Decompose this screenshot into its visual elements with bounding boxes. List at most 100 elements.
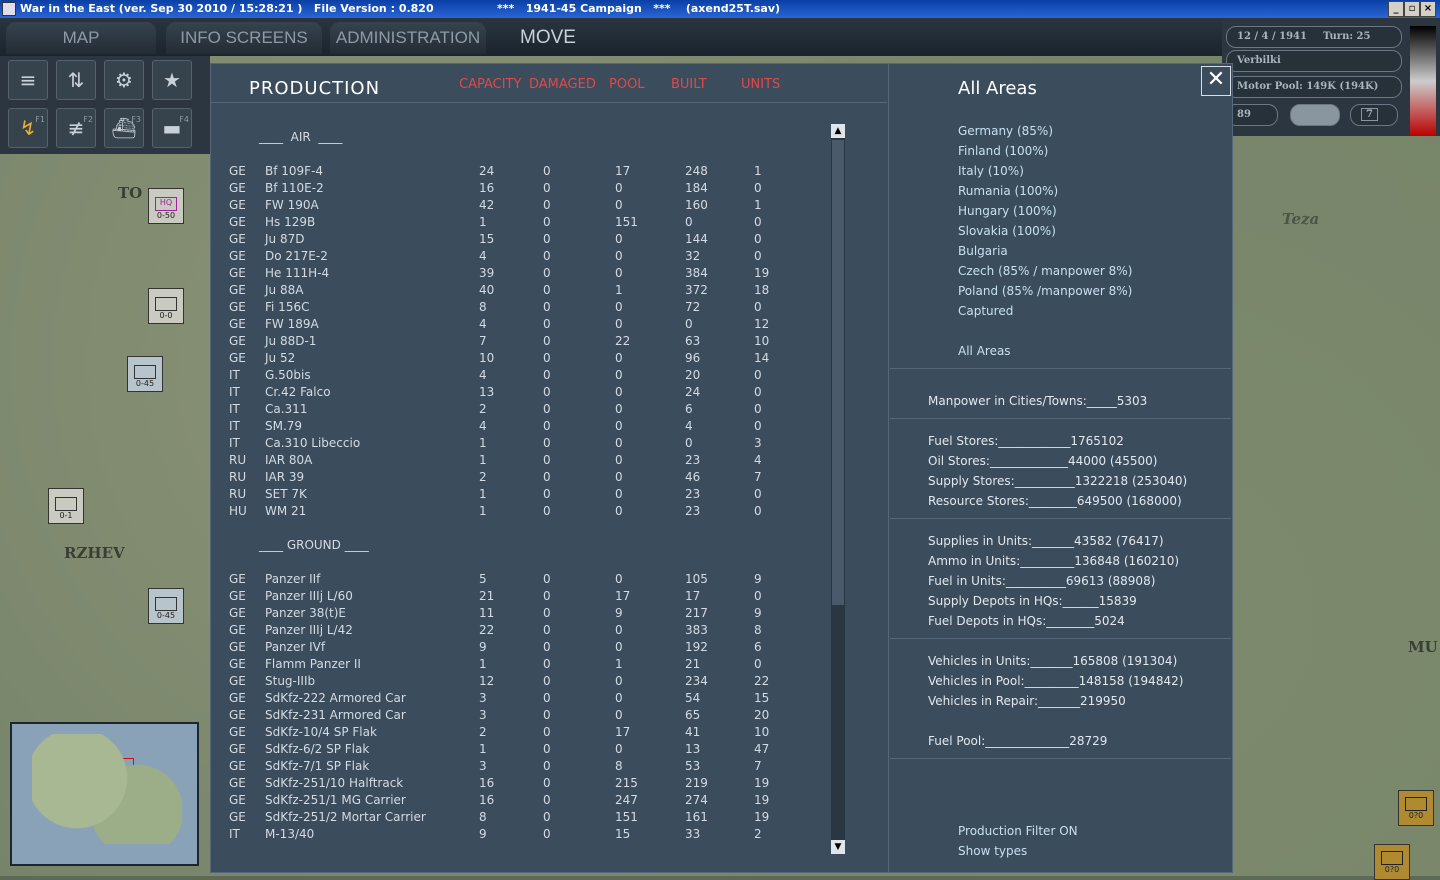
- minimap[interactable]: [10, 722, 199, 866]
- cell-capacity: 2: [479, 402, 487, 416]
- cell-units: 10: [754, 725, 770, 739]
- tab-move[interactable]: MOVE: [500, 22, 596, 54]
- cell-pool: 0: [615, 300, 623, 314]
- map-label-mu: MU: [1408, 638, 1438, 656]
- cell-capacity: 1: [479, 742, 487, 756]
- supply-stores-stat: Supply Stores:__________1322218 (253040): [928, 474, 1188, 488]
- cell-damaged: 0: [543, 589, 551, 603]
- cell-damaged: 0: [543, 827, 551, 841]
- unit-counter[interactable]: 0-1: [48, 488, 84, 524]
- transport-icon[interactable]: ▬ F4: [152, 108, 192, 148]
- cell-item-name: SdKfz-231 Armored Car: [265, 708, 406, 722]
- cell-built: 184: [685, 181, 708, 195]
- cell-item-name: Panzer 38(t)E: [265, 606, 347, 620]
- unit-counter[interactable]: 0-0: [148, 288, 184, 324]
- cell-damaged: 0: [543, 402, 551, 416]
- cell-item-name: SET 7K: [265, 487, 307, 501]
- cell-damaged: 0: [543, 232, 551, 246]
- cell-units: 6: [754, 640, 762, 654]
- cell-damaged: 0: [543, 266, 551, 280]
- cell-pool: 22: [615, 334, 631, 348]
- gear-icon[interactable]: ⚙: [104, 60, 144, 100]
- area-czech[interactable]: Czech (85% / manpower 8%): [958, 264, 1132, 278]
- cell-capacity: 13: [479, 385, 495, 399]
- cell-damaged: 0: [543, 640, 551, 654]
- area-italy[interactable]: Italy (10%): [958, 164, 1024, 178]
- unit-counter[interactable]: 0-45: [148, 588, 184, 624]
- cell-pool: 151: [615, 810, 638, 824]
- resource-stores-stat: Resource Stores:________649500 (168000): [928, 494, 1182, 508]
- scroll-thumb[interactable]: [832, 140, 844, 605]
- move-path-icon[interactable]: ↯ F1: [8, 108, 48, 148]
- production-filter-toggle[interactable]: Production Filter ON: [958, 824, 1078, 838]
- area-hungary[interactable]: Hungary (100%): [958, 204, 1057, 218]
- area-rumania[interactable]: Rumania (100%): [958, 184, 1058, 198]
- supply-depots-stat: Supply Depots in HQs:______15839: [928, 594, 1137, 608]
- unit-counter[interactable]: 0?0: [1398, 790, 1434, 826]
- cell-damaged: 0: [543, 759, 551, 773]
- close-icon[interactable]: ✕: [1201, 66, 1231, 96]
- maximize-icon[interactable]: ▫: [1404, 1, 1420, 17]
- cell-capacity: 16: [479, 181, 495, 195]
- cell-item-name: Hs 129B: [265, 215, 316, 229]
- cell-pool: 0: [615, 232, 623, 246]
- tab-administration[interactable]: ADMINISTRATION: [330, 22, 486, 54]
- separator: [890, 758, 1231, 759]
- value-label: 89: [1226, 104, 1278, 126]
- cell-item-name: SM.79: [265, 419, 303, 433]
- cell-capacity: 4: [479, 317, 487, 331]
- cell-built: 160: [685, 198, 708, 212]
- cell-damaged: 0: [543, 453, 551, 467]
- cell-built: 17: [685, 589, 701, 603]
- tab-map-information[interactable]: MAP INFORMATION: [6, 22, 156, 79]
- rail-icon[interactable]: ≢ F2: [56, 108, 96, 148]
- cell-item-name: Ju 87D: [265, 232, 305, 246]
- cell-item-name: M-13/40: [265, 827, 315, 841]
- unit-counter[interactable]: 0?0: [1374, 844, 1410, 880]
- cell-units: 47: [754, 742, 770, 756]
- cell-built: 72: [685, 300, 701, 314]
- area-bulgaria[interactable]: Bulgaria: [958, 244, 1008, 258]
- cell-nation: RU: [229, 487, 247, 501]
- cell-damaged: 0: [543, 691, 551, 705]
- ship-icon[interactable]: ⛴ F3: [104, 108, 144, 148]
- star-icon[interactable]: ★: [152, 60, 192, 100]
- cell-item-name: Do 217E-2: [265, 249, 328, 263]
- cell-nation: GE: [229, 776, 246, 790]
- unit-symbol-icon: [55, 497, 77, 511]
- area-poland[interactable]: Poland (85% /manpower 8%): [958, 284, 1132, 298]
- cell-capacity: 2: [479, 470, 487, 484]
- minimize-icon[interactable]: _: [1388, 1, 1404, 17]
- cell-damaged: 0: [543, 249, 551, 263]
- show-types-toggle[interactable]: Show types: [958, 844, 1027, 858]
- cell-capacity: 42: [479, 198, 495, 212]
- area-captured[interactable]: Captured: [958, 304, 1013, 318]
- area-all[interactable]: All Areas: [958, 344, 1011, 358]
- cell-damaged: 0: [543, 368, 551, 382]
- area-germany[interactable]: Germany (85%): [958, 124, 1053, 138]
- cell-capacity: 9: [479, 827, 487, 841]
- area-finland[interactable]: Finland (100%): [958, 144, 1048, 158]
- area-slovakia[interactable]: Slovakia (100%): [958, 224, 1056, 238]
- tab-info-screens[interactable]: INFO SCREENS: [166, 22, 322, 54]
- cell-pool: 215: [615, 776, 638, 790]
- unit-counter-hq[interactable]: HQ 0-50: [148, 188, 184, 224]
- close-window-icon[interactable]: ×: [1420, 1, 1436, 17]
- unit-strength: 0-45: [135, 379, 155, 388]
- settings-sliders-icon[interactable]: ⇅: [56, 60, 96, 100]
- toggle-button[interactable]: [1290, 104, 1340, 126]
- unit-counter[interactable]: 0-45: [127, 356, 163, 392]
- cell-built: 23: [685, 487, 701, 501]
- scroll-up-icon[interactable]: ▲: [831, 124, 845, 138]
- cell-capacity: 9: [479, 640, 487, 654]
- scrollbar[interactable]: ▲ ▼: [831, 124, 845, 854]
- fuel-pool-stat: Fuel Pool:______________28729: [928, 734, 1108, 748]
- cell-pool: 0: [615, 181, 623, 195]
- cell-units: 2: [754, 827, 762, 841]
- cell-built: 248: [685, 164, 708, 178]
- cell-capacity: 21: [479, 589, 495, 603]
- cell-damaged: 0: [543, 436, 551, 450]
- layers-icon[interactable]: ≡: [8, 60, 48, 100]
- counter-button[interactable]: 7: [1350, 104, 1398, 126]
- scroll-down-icon[interactable]: ▼: [831, 840, 845, 854]
